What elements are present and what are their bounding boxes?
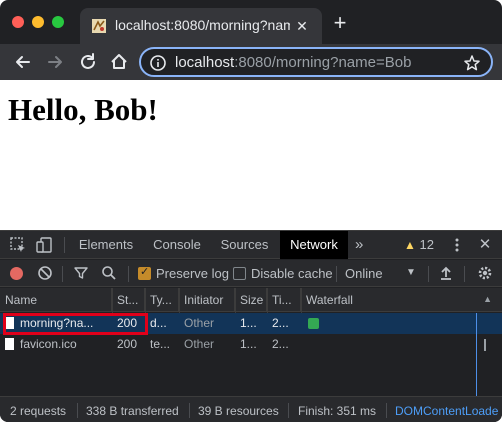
search-icon[interactable] <box>101 265 117 281</box>
request-type: te... <box>150 337 171 351</box>
resources-size: 39 B resources <box>198 404 279 418</box>
inspect-element-icon[interactable] <box>9 236 27 254</box>
page-heading: Hello, Bob! <box>8 92 158 127</box>
url-path: :8080/morning?name=Bob <box>234 54 412 71</box>
import-har-icon[interactable] <box>438 265 454 281</box>
warning-icon: ▲ <box>404 238 416 252</box>
bookmark-star-icon[interactable] <box>463 54 481 72</box>
new-tab-button[interactable]: + <box>331 12 349 34</box>
initiator-text: Other <box>184 337 215 351</box>
divider <box>336 266 337 282</box>
dom-content-loaded-marker <box>476 313 477 396</box>
waterfall-bar <box>308 318 319 329</box>
tab-console[interactable]: Console <box>143 231 211 259</box>
column-header-size[interactable]: Size <box>235 288 267 312</box>
request-size: 1... <box>240 337 257 351</box>
request-time: 2... <box>272 337 289 351</box>
tab-sources[interactable]: Sources <box>211 231 278 259</box>
network-table-header: Name St... Ty... Initiator Size Ti... Wa… <box>0 288 502 312</box>
column-header-initiator[interactable]: Initiator <box>179 288 235 312</box>
column-header-status[interactable]: St... <box>112 288 145 312</box>
divider <box>288 403 289 418</box>
divider <box>77 403 78 418</box>
clear-icon[interactable] <box>37 265 53 281</box>
finish-time: Finish: 351 ms <box>298 404 377 418</box>
network-status-bar: 2 requests 338 B transferred 39 B resour… <box>0 396 502 422</box>
divider <box>189 403 190 418</box>
annotation-highlight-box <box>3 313 148 335</box>
network-controls: Preserve log Disable cache Online ▼ <box>0 260 502 287</box>
more-options-icon[interactable] <box>450 236 464 254</box>
site-info-icon[interactable] <box>149 54 167 72</box>
dom-content-loaded-time: DOMContentLoade <box>395 404 499 418</box>
column-header-type[interactable]: Ty... <box>145 288 179 312</box>
settings-gear-icon[interactable] <box>477 265 493 281</box>
request-initiator: Other <box>179 313 235 334</box>
preserve-log-checkbox[interactable] <box>138 265 151 280</box>
throttling-select[interactable]: Online <box>345 266 383 281</box>
divider <box>128 266 129 282</box>
tab-network[interactable]: Network <box>280 231 348 259</box>
favicon-icon <box>92 19 106 33</box>
divider <box>386 403 387 418</box>
request-name: favicon.ico <box>20 337 77 351</box>
forward-icon[interactable] <box>44 51 66 73</box>
chevron-down-icon[interactable]: ▼ <box>406 267 416 278</box>
tab-close-icon[interactable]: ✕ <box>292 16 312 36</box>
divider <box>428 266 429 282</box>
disable-cache-checkbox[interactable] <box>233 267 246 280</box>
home-icon[interactable] <box>108 51 130 73</box>
tab-strip: localhost:8080/morning?name=B ✕ + <box>0 0 502 44</box>
request-type: d... <box>150 316 167 330</box>
divider <box>64 237 65 253</box>
device-toolbar-icon[interactable] <box>35 236 53 254</box>
column-header-waterfall[interactable]: Waterfall <box>301 288 502 312</box>
request-time: 2... <box>272 316 289 330</box>
request-name-cell[interactable]: favicon.ico <box>0 334 112 355</box>
initiator-text: Other <box>184 316 215 330</box>
request-size: 1... <box>240 316 257 330</box>
document-icon <box>5 338 14 350</box>
tab-title: localhost:8080/morning?name=B <box>115 17 290 33</box>
request-initiator: Other <box>179 334 235 355</box>
transferred-size: 338 B transferred <box>86 404 179 418</box>
page-content: Hello, Bob! <box>0 80 502 230</box>
url-host: localhost <box>175 54 235 71</box>
disable-cache-label[interactable]: Disable cache <box>251 266 333 281</box>
browser-tab[interactable]: localhost:8080/morning?name=B ✕ <box>80 8 322 44</box>
warnings-badge[interactable]: ▲ 12 <box>404 236 434 254</box>
table-row[interactable]: favicon.ico 200 te... Other 1... 2... <box>0 334 502 355</box>
record-button[interactable] <box>10 267 23 280</box>
devtools-tab-bar: Elements Console Sources Network » ▲ 12 … <box>0 231 502 259</box>
browser-toolbar: localhost:8080/morning?name=Bob <box>0 44 502 80</box>
column-header-time[interactable]: Ti... <box>267 288 301 312</box>
waterfall-bar <box>484 339 486 351</box>
close-window-button[interactable] <box>12 16 24 28</box>
zoom-window-button[interactable] <box>52 16 64 28</box>
column-header-name[interactable]: Name <box>0 288 112 312</box>
request-count: 2 requests <box>10 404 67 418</box>
more-tabs-icon[interactable]: » <box>355 236 363 254</box>
request-status: 200 <box>117 337 138 351</box>
tab-elements[interactable]: Elements <box>69 231 143 259</box>
preserve-log-label[interactable]: Preserve log <box>156 266 229 281</box>
divider <box>62 266 63 282</box>
reload-icon[interactable] <box>77 51 99 73</box>
filter-icon[interactable] <box>73 265 89 281</box>
divider <box>464 266 465 282</box>
address-bar[interactable]: localhost:8080/morning?name=Bob <box>139 47 493 77</box>
warning-count: 12 <box>419 237 434 252</box>
browser-window: localhost:8080/morning?name=B ✕ + localh… <box>0 0 502 422</box>
minimize-window-button[interactable] <box>32 16 44 28</box>
sort-ascending-icon[interactable]: ▲ <box>483 294 492 304</box>
close-devtools-icon[interactable]: ✕ <box>477 236 493 254</box>
url-text[interactable]: localhost:8080/morning?name=Bob <box>175 54 411 72</box>
back-icon[interactable] <box>12 51 34 73</box>
